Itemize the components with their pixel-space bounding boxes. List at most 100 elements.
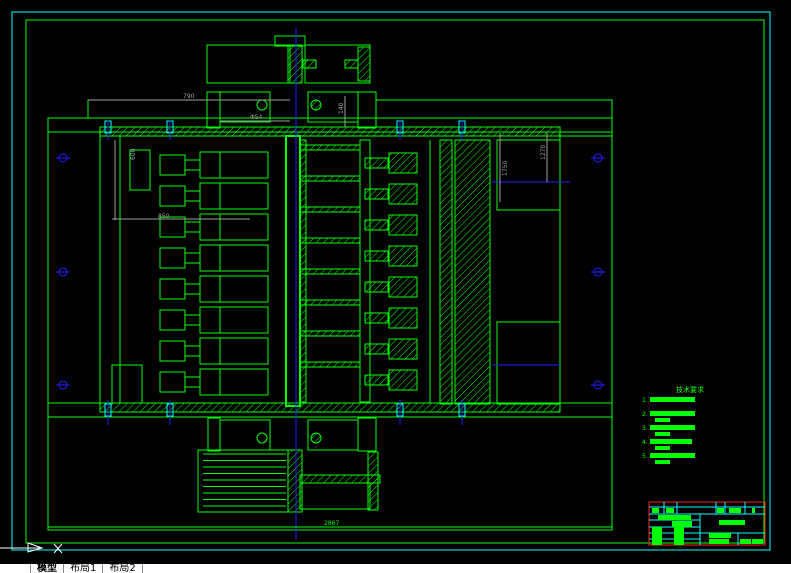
left-comb <box>199 368 221 396</box>
note-text-line <box>655 446 670 450</box>
bearing-icon <box>256 432 268 444</box>
pulley-rim-hatch <box>367 451 379 511</box>
dim-bearing: Φ54 <box>250 114 263 121</box>
note-number: 2. <box>642 411 648 418</box>
note-text-line <box>650 397 695 402</box>
left-cutter-block <box>159 278 186 300</box>
right-block-hatch <box>388 369 418 391</box>
dim-bearing-height: 140 <box>338 102 345 114</box>
note-number: 3. <box>642 425 648 432</box>
top-plate-hatch <box>99 126 561 137</box>
notes-title: 技术要求 <box>676 385 704 394</box>
right-comb-hatch <box>299 175 361 182</box>
left-blade <box>219 244 269 272</box>
left-comb <box>199 244 221 272</box>
right-column-hatch-1 <box>439 139 453 405</box>
right-arm-hatch <box>364 374 389 386</box>
right-comb-hatch <box>299 361 361 368</box>
right-block-hatch <box>388 307 418 329</box>
tab-nav-arrows[interactable] <box>0 564 31 573</box>
left-blade <box>219 275 269 303</box>
left-comb <box>199 306 221 334</box>
dim-left-depth: 850 <box>158 213 170 220</box>
left-arm <box>184 345 201 357</box>
left-arm <box>184 283 201 295</box>
right-block-hatch <box>388 183 418 205</box>
tab-model[interactable]: 模型 <box>31 564 64 573</box>
left-blade <box>219 306 269 334</box>
bearing-flange <box>357 417 377 452</box>
note-text-line <box>655 432 670 436</box>
right-comb-hatch <box>299 206 361 213</box>
right-arm-hatch <box>364 281 389 293</box>
dim-right-a: 1750 <box>502 161 509 176</box>
belt-pulley <box>197 449 289 513</box>
dim-left-height: 600 <box>130 148 137 160</box>
technical-notes: 技术要求 1. 2. 3. 4. 5. <box>642 385 704 464</box>
note-number: 5. <box>642 453 648 460</box>
left-arm <box>184 221 201 233</box>
left-cutter-block <box>159 371 186 393</box>
right-arm-hatch <box>364 250 389 262</box>
left-arm <box>184 314 201 326</box>
left-cutter-block <box>159 154 186 176</box>
dim-top-width: 790 <box>183 93 195 100</box>
main-shaft <box>285 135 301 407</box>
right-column-hatch-2 <box>454 139 491 405</box>
right-arm-hatch <box>364 219 389 231</box>
right-arm-hatch <box>364 343 389 355</box>
right-block-bottom <box>496 321 561 405</box>
left-arm <box>184 190 201 202</box>
bearing-housing-bottom-left <box>219 419 271 451</box>
note-text-line <box>655 418 670 422</box>
right-arm-hatch <box>364 188 389 200</box>
shaft-sleeve-bottom <box>287 449 303 513</box>
bearing-icon <box>256 99 268 111</box>
shaft-sleeve-top <box>287 44 303 84</box>
right-block-hatch <box>388 152 418 174</box>
left-blade <box>219 337 269 365</box>
note-text-line <box>650 411 695 416</box>
right-block-hatch <box>388 338 418 360</box>
top-beam <box>87 99 208 119</box>
left-arm <box>184 376 201 388</box>
bearing-flange <box>207 417 221 452</box>
coupling-hatch <box>302 59 317 69</box>
note-text-line <box>650 425 695 430</box>
right-arm-hatch <box>364 157 389 169</box>
right-block-hatch <box>388 214 418 236</box>
bearing-flange <box>206 91 221 129</box>
left-comb <box>199 182 221 210</box>
bearing-icon <box>310 99 322 111</box>
right-shaft <box>359 139 371 403</box>
bearing-icon <box>310 432 322 444</box>
title-block <box>648 501 766 546</box>
left-arm <box>184 252 201 264</box>
cad-drawing-canvas[interactable]: 790 Φ54 140 600 850 1750 1270 2867 技术要求 … <box>0 0 791 564</box>
left-blade <box>219 182 269 210</box>
bearing-flange <box>357 91 377 129</box>
note-number: 1. <box>642 397 648 404</box>
coupling-hatch <box>344 59 359 69</box>
note-number: 4. <box>642 439 648 446</box>
left-blade <box>219 213 269 241</box>
right-comb-hatch <box>299 330 361 337</box>
tab-layout2[interactable]: 布局2 <box>103 564 143 573</box>
note-text-line <box>655 460 670 464</box>
ucs-icon <box>0 542 63 554</box>
right-comb-hatch <box>299 268 361 275</box>
motor-left <box>206 44 291 84</box>
left-cutter-block <box>159 309 186 331</box>
left-blade <box>219 368 269 396</box>
right-frame <box>559 135 613 404</box>
note-text-line <box>650 439 692 444</box>
pulley-body <box>197 449 289 513</box>
dim-overall-width: 2867 <box>324 520 339 527</box>
layout-tabs: 模型 布局1 布局2 <box>0 564 791 573</box>
dim-right-b: 1270 <box>540 145 547 160</box>
right-block-hatch <box>388 276 418 298</box>
left-block <box>111 364 143 404</box>
tab-layout1[interactable]: 布局1 <box>64 564 104 573</box>
left-comb <box>199 151 221 179</box>
left-cutter-block <box>159 247 186 269</box>
